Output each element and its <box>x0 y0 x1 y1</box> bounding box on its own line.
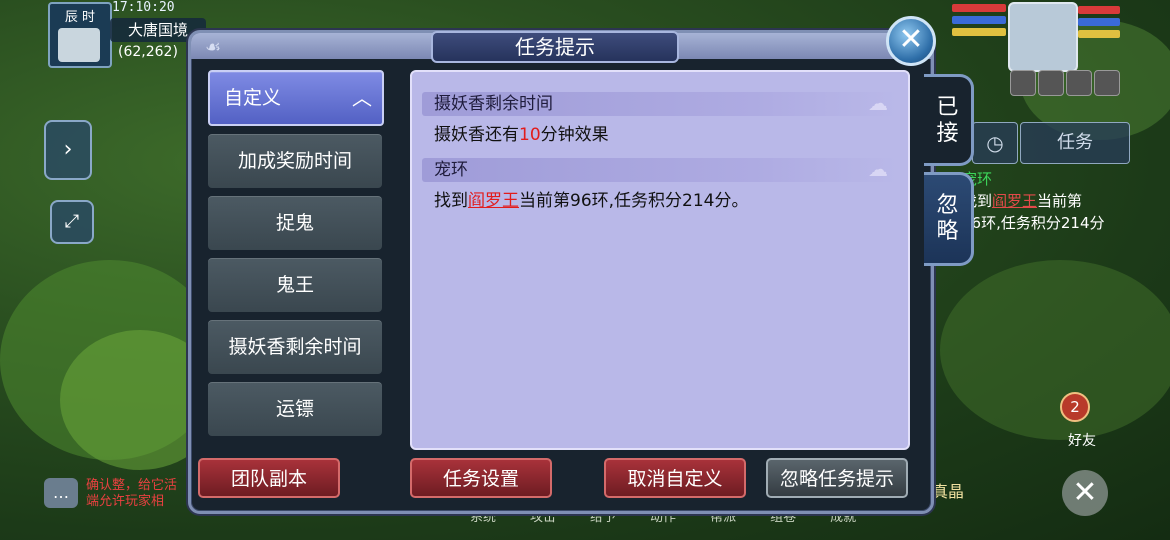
tracker-line1: 找到阎罗王当前第 <box>962 192 1083 210</box>
tab-ignored[interactable]: 忽 略 <box>924 172 974 266</box>
map-coords: (62,262) <box>118 44 178 60</box>
clock-icon: ◷ <box>986 131 1004 155</box>
time-period-badge[interactable]: 辰 时 <box>48 2 112 68</box>
bg-foliage <box>940 260 1170 440</box>
tracker-line2: 96环,任务积分214分 <box>962 214 1105 232</box>
status-bars <box>952 4 1006 40</box>
remaining-minutes: 10 <box>519 125 541 145</box>
buff-icon[interactable] <box>1010 70 1036 96</box>
task-tracker[interactable]: 宠环 找到阎罗王当前第 96环,任务积分214分 <box>962 168 1132 234</box>
expand-panel-button[interactable]: › <box>44 120 92 180</box>
anger-bar <box>952 28 1006 36</box>
pet-exp-bar <box>1078 30 1120 38</box>
category-item-ghost-king[interactable]: 鬼王 <box>208 258 382 312</box>
weather-icon <box>58 28 100 62</box>
category-list[interactable]: 自定义 ︿ 加成奖励时间 捉鬼 鬼王 摄妖香剩余时间 运镖 <box>206 70 386 436</box>
mp-bar <box>952 16 1006 24</box>
task-settings-button[interactable]: 任务设置 <box>410 458 552 498</box>
category-item-escort[interactable]: 运镖 <box>208 382 382 436</box>
cancel-custom-button[interactable]: 取消自定义 <box>604 458 746 498</box>
chevron-right-icon: › <box>63 137 73 162</box>
cloud-ornament-icon: ☁ <box>868 157 888 181</box>
cloud-ornament-icon: ☁ <box>868 91 888 115</box>
tracker-npc-link[interactable]: 阎罗王 <box>992 192 1037 210</box>
buff-icon[interactable] <box>1066 70 1092 96</box>
tracker-title: 宠环 <box>962 170 993 188</box>
team-dungeon-button[interactable]: 团队副本 <box>198 458 340 498</box>
friend-label[interactable]: 好友 <box>1068 430 1096 450</box>
timer-button[interactable]: ◷ <box>972 122 1018 164</box>
tab-accepted[interactable]: 已 接 <box>924 74 974 166</box>
section-header: 摄妖香剩余时间 ☁ <box>422 91 898 116</box>
close-icon[interactable]: ✕ <box>886 16 936 66</box>
time-period-label: 辰 时 <box>64 10 96 25</box>
buff-icon[interactable] <box>1038 70 1064 96</box>
buff-icon[interactable] <box>1094 70 1120 96</box>
pet-hp-bar <box>1078 6 1120 14</box>
npc-link[interactable]: 阎罗王 <box>468 191 519 211</box>
category-item-ghost-hunt[interactable]: 捉鬼 <box>208 196 382 250</box>
pet-mp-bar <box>1078 18 1120 26</box>
dialog-title: 任务提示 <box>431 31 679 63</box>
category-item-incense-time[interactable]: 摄妖香剩余时间 <box>208 320 382 374</box>
section-header: 宠环 ☁ <box>422 157 898 182</box>
category-item-bonus-time[interactable]: 加成奖励时间 <box>208 134 382 188</box>
game-clock: 17:10:20 <box>112 0 175 15</box>
section-text: 摄妖香还有10分钟效果 <box>434 125 609 145</box>
ignore-task-prompt-button[interactable]: 忽略任务提示 <box>766 458 908 498</box>
category-label: 自定义 <box>224 87 282 109</box>
task-tracker-button[interactable]: 任务 <box>1020 122 1130 164</box>
bottom-right-label: 真晶 <box>932 482 965 501</box>
expand-arrows-icon: ⤢ <box>64 211 80 232</box>
hp-bar <box>952 4 1006 12</box>
close-circle-icon[interactable]: ✕ <box>1062 470 1108 516</box>
chat-icon[interactable]: … <box>44 478 78 508</box>
player-avatar[interactable] <box>1008 2 1078 72</box>
chat-message: 确认整，给它活 端允许玩家相 <box>86 478 178 509</box>
fullscreen-button[interactable]: ⤢ <box>50 200 94 244</box>
swirl-ornament-icon: ☙ <box>205 37 222 58</box>
section-text: 找到阎罗王当前第96环,任务积分214分。 <box>434 191 749 211</box>
task-content-panel: 摄妖香剩余时间 ☁ 摄妖香还有10分钟效果 宠环 ☁ 找到阎罗王当前第96环,任… <box>410 70 910 450</box>
chevron-up-icon: ︿ <box>352 86 372 110</box>
friend-count-badge[interactable]: 2 <box>1060 392 1090 422</box>
category-item-custom[interactable]: 自定义 ︿ <box>208 70 384 126</box>
